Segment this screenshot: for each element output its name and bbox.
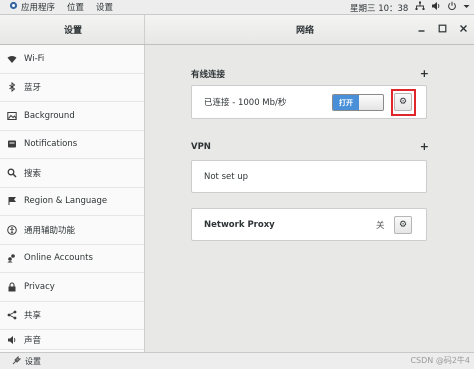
sidebar-item-label: Online Accounts bbox=[24, 253, 93, 264]
notifications-icon bbox=[0, 139, 24, 149]
sharing-icon bbox=[0, 310, 24, 320]
settings-title: 设置 bbox=[64, 26, 83, 36]
vpn-heading: VPN bbox=[191, 141, 211, 152]
sidebar-item-region[interactable]: Region & Language bbox=[0, 188, 144, 216]
sidebar-item-sharing[interactable]: 共享 bbox=[0, 302, 144, 330]
vpn-section-header: VPN + bbox=[191, 140, 429, 153]
network-panel: 有线连接 + 已连接 - 1000 Mb/秒 打开 ⚙ VPN + Not se… bbox=[146, 45, 474, 352]
power-icon[interactable] bbox=[447, 1, 457, 14]
sidebar-item-sound[interactable]: 声音 bbox=[0, 330, 144, 350]
sidebar-item-label: 蓝牙 bbox=[24, 83, 42, 94]
proxy-settings-button[interactable]: ⚙ bbox=[394, 216, 412, 234]
add-vpn-button[interactable]: + bbox=[420, 140, 429, 153]
vpn-status: Not set up bbox=[204, 171, 249, 182]
menu-arrow-icon[interactable] bbox=[463, 1, 470, 14]
window-controls bbox=[417, 15, 468, 44]
toggle-on-label: 打开 bbox=[333, 95, 359, 110]
top-menu: 应用程序 位置 设置 bbox=[0, 0, 119, 14]
header-right: 网络 bbox=[146, 15, 474, 44]
proxy-label: Network Proxy bbox=[204, 219, 275, 230]
background-icon bbox=[0, 111, 24, 121]
sidebar: Wi-Fi 蓝牙 Background Notifications 搜索 Reg… bbox=[0, 45, 145, 352]
wired-section-header: 有线连接 + bbox=[191, 67, 429, 80]
header-bar: 设置 网络 bbox=[0, 15, 474, 45]
sidebar-item-label: 搜索 bbox=[24, 168, 42, 179]
page-title: 网络 bbox=[295, 26, 314, 36]
volume-icon[interactable] bbox=[431, 1, 441, 14]
sidebar-item-label: Notifications bbox=[24, 139, 78, 150]
sidebar-item-bluetooth[interactable]: 蓝牙 bbox=[0, 74, 144, 102]
sidebar-item-label: Wi-Fi bbox=[24, 53, 45, 64]
watermark: CSDN @码2牛4 bbox=[410, 356, 470, 365]
wired-heading: 有线连接 bbox=[191, 69, 226, 80]
search-icon bbox=[0, 168, 24, 178]
vpn-card: Not set up bbox=[191, 160, 427, 193]
sidebar-item-search[interactable]: 搜索 bbox=[0, 159, 144, 188]
highlight-box bbox=[391, 89, 416, 116]
sidebar-item-label: Privacy bbox=[24, 281, 55, 292]
accessibility-icon bbox=[0, 224, 24, 235]
sound-icon bbox=[0, 335, 24, 345]
applications-menu[interactable]: 应用程序 bbox=[3, 1, 61, 13]
taskbar-item-label: 设置 bbox=[25, 356, 41, 366]
applications-menu-label: 应用程序 bbox=[21, 3, 56, 13]
sidebar-item-label: 声音 bbox=[24, 335, 42, 346]
sidebar-item-accessibility[interactable]: 通用辅助功能 bbox=[0, 216, 144, 245]
taskbar: 设置 CSDN @码2牛4 bbox=[0, 352, 474, 369]
wifi-icon bbox=[0, 54, 24, 64]
sidebar-item-online-accounts[interactable]: Online Accounts bbox=[0, 245, 144, 273]
toggle-knob bbox=[359, 95, 383, 110]
wired-status: 已连接 - 1000 Mb/秒 bbox=[204, 98, 287, 108]
settings-menu-label: 设置 bbox=[96, 3, 114, 13]
clock[interactable]: 星期三 10：38 bbox=[350, 0, 408, 15]
wired-toggle[interactable]: 打开 bbox=[332, 94, 384, 111]
online-accounts-icon bbox=[0, 253, 24, 263]
bluetooth-icon bbox=[0, 82, 24, 93]
places-menu-label: 位置 bbox=[67, 3, 85, 13]
proxy-state: 关 bbox=[376, 221, 385, 231]
system-tray bbox=[415, 0, 470, 15]
header-left: 设置 bbox=[0, 15, 145, 44]
top-panel: 应用程序 位置 设置 星期三 10：38 bbox=[0, 0, 474, 15]
network-wired-icon[interactable] bbox=[415, 1, 425, 14]
places-menu[interactable]: 位置 bbox=[61, 1, 90, 13]
taskbar-settings-item[interactable]: 设置 bbox=[6, 354, 47, 368]
applications-icon bbox=[9, 1, 18, 13]
sidebar-item-label: Region & Language bbox=[24, 196, 108, 207]
settings-menu[interactable]: 设置 bbox=[90, 1, 119, 13]
settings-tools-icon bbox=[12, 355, 22, 367]
sidebar-item-notifications[interactable]: Notifications bbox=[0, 131, 144, 159]
sidebar-item-wifi[interactable]: Wi-Fi bbox=[0, 45, 144, 74]
privacy-icon bbox=[0, 282, 24, 292]
add-wired-button[interactable]: + bbox=[420, 67, 429, 80]
sidebar-item-label: 共享 bbox=[24, 311, 42, 322]
sidebar-item-background[interactable]: Background bbox=[0, 102, 144, 131]
proxy-card[interactable]: Network Proxy 关 ⚙ bbox=[191, 208, 427, 241]
maximize-icon[interactable] bbox=[438, 24, 447, 36]
sidebar-item-label: Background bbox=[24, 110, 75, 121]
close-icon[interactable] bbox=[459, 24, 468, 36]
region-icon bbox=[0, 196, 24, 206]
sidebar-item-label: 通用辅助功能 bbox=[24, 225, 76, 236]
gear-icon: ⚙ bbox=[398, 220, 408, 230]
sidebar-item-privacy[interactable]: Privacy bbox=[0, 273, 144, 302]
minimize-icon[interactable] bbox=[417, 24, 426, 36]
